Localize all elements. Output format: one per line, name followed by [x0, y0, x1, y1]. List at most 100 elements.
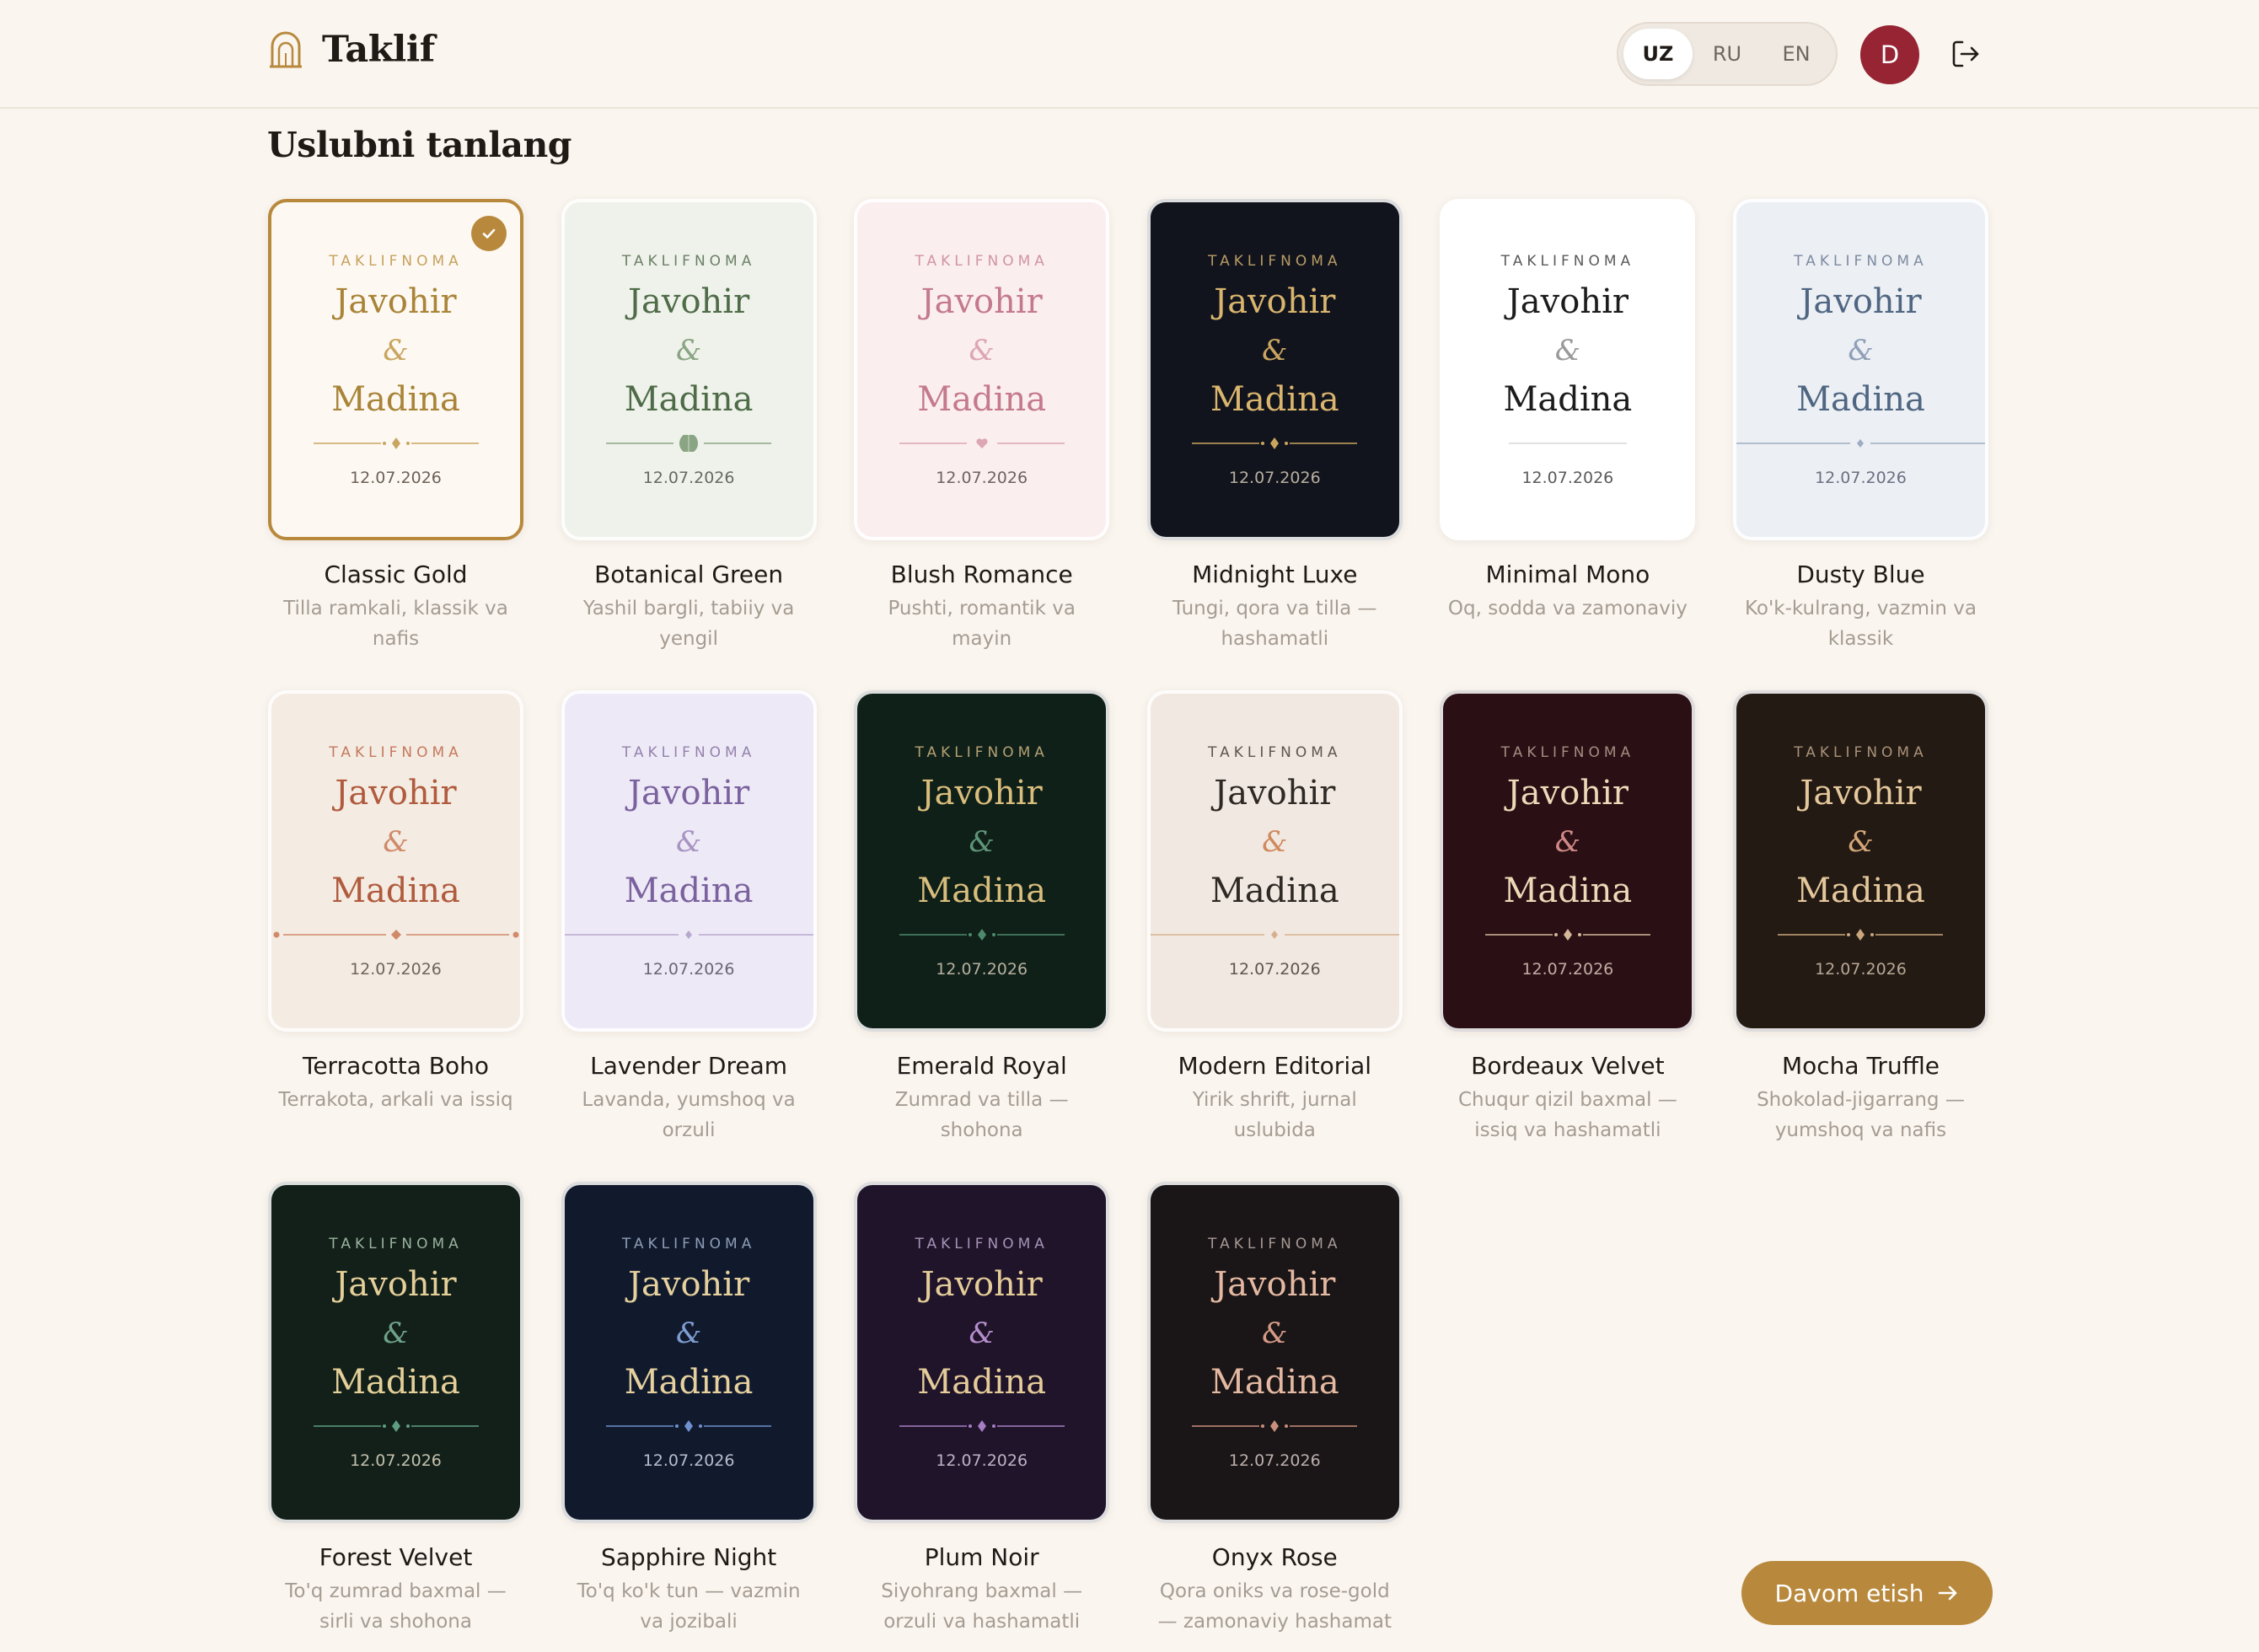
preview-tag: TAKLIFNOMA [1500, 743, 1635, 761]
style-preview-card[interactable]: TAKLIFNOMA Javohir & Madina 12.07.2026 [1440, 690, 1696, 1032]
preview-groom: Javohir [920, 1264, 1043, 1304]
preview-tag: TAKLIFNOMA [1208, 1235, 1342, 1252]
style-preview-card[interactable]: TAKLIFNOMA Javohir & Madina 12.07.2026 [1146, 1182, 1403, 1523]
lang-uz-button[interactable]: UZ [1623, 29, 1693, 79]
style-description: Tungi, qora va tilla — hashamatli [1172, 598, 1377, 650]
style-option[interactable]: TAKLIFNOMA Javohir & Madina 12.07.2026 L… [561, 690, 817, 1182]
preview-groom: Javohir [627, 773, 750, 813]
preview-ampersand: & [1262, 1316, 1288, 1350]
style-description: Pushti, romantik va mayin [888, 598, 1076, 650]
preview-tag: TAKLIFNOMA [329, 252, 463, 270]
preview-date: 12.07.2026 [1521, 468, 1614, 487]
style-title: Emerald Royal [896, 1052, 1067, 1080]
preview-ampersand: & [675, 333, 702, 367]
style-option[interactable]: TAKLIFNOMA Javohir & Madina 12.07.2026 M… [1440, 199, 1696, 690]
style-preview-card[interactable]: TAKLIFNOMA Javohir & Madina 12.07.2026 [561, 199, 817, 540]
style-caption: Blush Romance Pushti, romantik va mayin [854, 560, 1109, 654]
style-title: Lavender Dream [590, 1052, 788, 1080]
ornament-divider [1192, 1418, 1358, 1435]
style-option[interactable]: TAKLIFNOMA Javohir & Madina 12.07.2026 P… [854, 1182, 1110, 1652]
preview-groom: Javohir [1214, 282, 1336, 321]
style-caption: Lavender Dream Lavanda, yumshoq va orzul… [561, 1052, 817, 1145]
style-description: Terrakota, arkali va issiq [278, 1089, 513, 1111]
ornament-divider [1484, 926, 1650, 943]
preview-ampersand: & [675, 824, 702, 859]
style-option[interactable]: TAKLIFNOMA Javohir & Madina 12.07.2026 B… [1440, 690, 1696, 1182]
style-preview-card[interactable]: TAKLIFNOMA Javohir & Madina 12.07.2026 [268, 690, 523, 1032]
preview-ampersand: & [969, 333, 995, 367]
top-header: Taklif UZ RU EN D [0, 0, 2259, 109]
style-option[interactable]: TAKLIFNOMA Javohir & Madina 12.07.2026 S… [561, 1182, 817, 1652]
style-preview-card[interactable]: TAKLIFNOMA Javohir & Madina 12.07.2026 [854, 199, 1110, 540]
style-preview-card[interactable]: TAKLIFNOMA Javohir & Madina 12.07.2026 [1146, 199, 1403, 540]
style-preview-card[interactable]: TAKLIFNOMA Javohir & Madina 12.07.2026 [854, 690, 1110, 1032]
style-option[interactable]: TAKLIFNOMA Javohir & Madina 12.07.2026 T… [268, 690, 523, 1182]
preview-groom: Javohir [335, 1264, 457, 1304]
style-grid: TAKLIFNOMA Javohir & Madina 12.07.2026 C… [268, 199, 1993, 1652]
preview-tag: TAKLIFNOMA [621, 1235, 756, 1252]
lang-en-button[interactable]: EN [1762, 29, 1831, 79]
preview-groom: Javohir [920, 282, 1043, 321]
style-option[interactable]: TAKLIFNOMA Javohir & Madina 12.07.2026 E… [854, 690, 1110, 1182]
page-title: Uslubni tanlang [267, 125, 571, 165]
style-description: Ko'k-kulrang, vazmin va klassik [1744, 598, 1977, 650]
ornament-divider [313, 1418, 479, 1435]
preview-date: 12.07.2026 [642, 468, 735, 487]
preview-bride: Madina [1210, 1362, 1339, 1402]
style-preview-card[interactable]: TAKLIFNOMA Javohir & Madina 12.07.2026 [561, 1182, 817, 1523]
preview-groom: Javohir [1506, 773, 1629, 813]
style-caption: Plum Noir Siyohrang baxmal — orzuli va h… [854, 1543, 1109, 1637]
continue-label: Davom etish [1774, 1579, 1924, 1607]
style-preview-card[interactable]: TAKLIFNOMA Javohir & Madina 12.07.2026 [854, 1182, 1110, 1523]
user-avatar[interactable]: D [1860, 25, 1919, 84]
preview-bride: Madina [1210, 871, 1339, 910]
style-option[interactable]: TAKLIFNOMA Javohir & Madina 12.07.2026 B… [854, 199, 1110, 690]
preview-ampersand: & [675, 1316, 702, 1350]
style-preview-card[interactable]: TAKLIFNOMA Javohir & Madina 12.07.2026 [1732, 199, 1988, 540]
style-description: Chuqur qizil baxmal — issiq va hashamatl… [1457, 1089, 1677, 1141]
style-title: Plum Noir [924, 1543, 1039, 1571]
style-option[interactable]: TAKLIFNOMA Javohir & Madina 12.07.2026 F… [268, 1182, 523, 1652]
style-title: Mocha Truffle [1781, 1052, 1940, 1080]
preview-bride: Madina [1503, 379, 1633, 419]
style-caption: Emerald Royal Zumrad va tilla — shohona [854, 1052, 1109, 1145]
style-title: Botanical Green [594, 560, 784, 588]
arrow-right-icon [1939, 1585, 1957, 1601]
style-option[interactable]: TAKLIFNOMA Javohir & Madina 12.07.2026 O… [1146, 1182, 1403, 1652]
ornament-divider [899, 435, 1065, 452]
preview-date: 12.07.2026 [1815, 959, 1907, 979]
preview-bride: Madina [917, 1362, 1047, 1402]
preview-bride: Madina [917, 871, 1047, 910]
lang-ru-button[interactable]: RU [1693, 29, 1762, 79]
continue-button[interactable]: Davom etish [1741, 1561, 1993, 1625]
check-icon [471, 216, 507, 251]
style-option[interactable]: TAKLIFNOMA Javohir & Madina 12.07.2026 M… [1146, 690, 1403, 1182]
logout-icon[interactable] [1949, 37, 1983, 71]
preview-groom: Javohir [1214, 1264, 1336, 1304]
style-preview-card[interactable]: TAKLIFNOMA Javohir & Madina 12.07.2026 [1732, 690, 1988, 1032]
preview-groom: Javohir [335, 773, 457, 813]
style-option[interactable]: TAKLIFNOMA Javohir & Madina 12.07.2026 M… [1146, 199, 1403, 690]
style-caption: Onyx Rose Qora oniks va rose-gold — zamo… [1147, 1543, 1403, 1637]
style-option[interactable]: TAKLIFNOMA Javohir & Madina 12.07.2026 B… [561, 199, 817, 690]
style-description: Tilla ramkali, klassik va nafis [283, 598, 508, 650]
style-preview-card[interactable]: TAKLIFNOMA Javohir & Madina 12.07.2026 [561, 690, 817, 1032]
style-preview-card[interactable]: TAKLIFNOMA Javohir & Madina 12.07.2026 [268, 199, 523, 540]
style-caption: Midnight Luxe Tungi, qora va tilla — has… [1147, 560, 1403, 654]
brand[interactable]: Taklif [268, 29, 435, 71]
preview-date: 12.07.2026 [642, 959, 735, 979]
style-option[interactable]: TAKLIFNOMA Javohir & Madina 12.07.2026 M… [1732, 690, 1988, 1182]
style-option[interactable]: TAKLIFNOMA Javohir & Madina 12.07.2026 D… [1732, 199, 1988, 690]
style-caption: Modern Editorial Yirik shrift, jurnal us… [1147, 1052, 1403, 1145]
preview-date: 12.07.2026 [1228, 1451, 1321, 1470]
preview-tag: TAKLIFNOMA [915, 1235, 1049, 1252]
preview-ampersand: & [1262, 824, 1288, 859]
preview-tag: TAKLIFNOMA [1794, 252, 1928, 270]
style-preview-card[interactable]: TAKLIFNOMA Javohir & Madina 12.07.2026 [1146, 690, 1403, 1032]
style-option[interactable]: TAKLIFNOMA Javohir & Madina 12.07.2026 C… [268, 199, 523, 690]
style-caption: Dusty Blue Ko'k-kulrang, vazmin va klass… [1733, 560, 1988, 654]
style-preview-card[interactable]: TAKLIFNOMA Javohir & Madina 12.07.2026 [1440, 199, 1696, 540]
style-preview-card[interactable]: TAKLIFNOMA Javohir & Madina 12.07.2026 [268, 1182, 523, 1523]
preview-groom: Javohir [335, 282, 457, 321]
preview-groom: Javohir [920, 773, 1043, 813]
